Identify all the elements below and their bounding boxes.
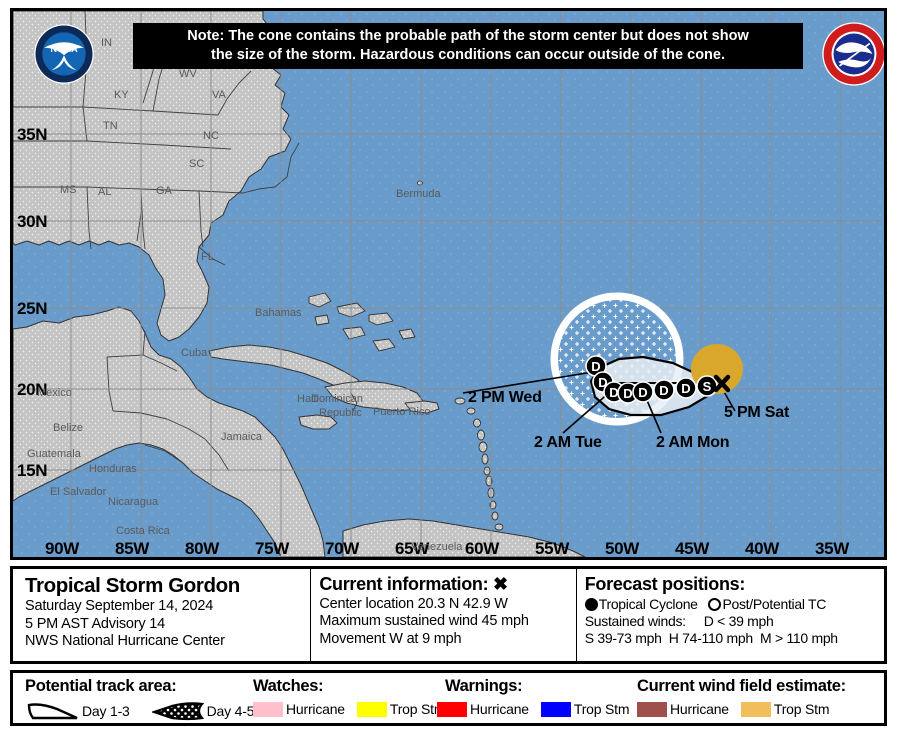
windfield-hurricane-label: Hurricane (670, 701, 729, 717)
lon-label-40w: 40W (745, 539, 780, 558)
watches-row: Hurricane Trop Stm (253, 701, 446, 717)
watch-hurricane-label: Hurricane (286, 701, 345, 717)
note-banner-line2: the size of the storm. Hazardous conditi… (210, 46, 725, 63)
lat-label-15n: 15N (17, 461, 48, 480)
windfield-hurricane-swatch (637, 701, 667, 717)
forecast-label-2am-mon: 2 AM Mon (656, 434, 730, 451)
lon-label-65w: 65W (395, 539, 430, 558)
wind-category-m: M > 110 mph (760, 630, 838, 647)
lat-label-25n: 25N (17, 299, 48, 318)
cone-day45-label: Day 4-5 (206, 703, 255, 719)
forecast-positions-column: Forecast positions: Tropical Cyclone Pos… (577, 569, 884, 661)
forecast-symbol-key: Tropical Cyclone Post/Potential TC (584, 595, 884, 613)
storm-title: Tropical Storm Gordon (25, 574, 240, 597)
lon-label-60w: 60W (465, 539, 500, 558)
svg-text:D: D (681, 381, 690, 396)
warnings-row: Hurricane Trop Stm (437, 701, 630, 717)
watch-tropstm-swatch (356, 701, 387, 717)
current-info-label: Current information: (319, 574, 489, 594)
lat-label-20n: 20N (17, 380, 48, 399)
lon-label-70w: 70W (325, 539, 360, 558)
cone-day45-icon (151, 702, 204, 721)
svg-text:D: D (659, 383, 668, 398)
cone-day13-icon (27, 703, 78, 720)
nhc-forecast-graphic: D D D D D D D S 35N 30N 25N 20N 15N 90W … (0, 0, 897, 736)
warning-tropstm-label: Trop Stm (573, 701, 630, 717)
lon-label-50w: 50W (605, 539, 640, 558)
issuing-agency: NWS National Hurricane Center (25, 633, 225, 650)
windfield-tropstm-label: Trop Stm (773, 701, 830, 717)
watches-title: Watches: (253, 677, 324, 695)
warning-tropstm-swatch (540, 701, 571, 717)
svg-text:D: D (638, 385, 647, 400)
advisory-number: 5 PM AST Advisory 14 (25, 615, 165, 632)
info-panel: Tropical Storm Gordon Saturday September… (10, 566, 887, 664)
lon-label-75w: 75W (255, 539, 290, 558)
current-position-icon: ✖ (493, 574, 508, 594)
forecast-label-2am-tue: 2 AM Tue (534, 434, 602, 451)
current-info-heading: Current information: ✖ (319, 574, 575, 596)
wind-field-title: Current wind field estimate: (637, 677, 846, 695)
storm-info-column: Tropical Storm Gordon Saturday September… (13, 569, 310, 661)
watch-hurricane-swatch (253, 701, 283, 717)
tropical-cyclone-label: Tropical Cyclone (598, 595, 698, 612)
post-potential-tc-label: Post/Potential TC (722, 595, 827, 612)
forecast-positions-heading: Forecast positions: (584, 574, 746, 594)
wind-category-h: H 74-110 mph (668, 630, 753, 647)
lon-label-35w: 35W (815, 539, 850, 558)
lon-label-85w: 85W (115, 539, 150, 558)
cone-day13-label: Day 1-3 (82, 703, 130, 719)
storm-movement: Movement W at 9 mph (319, 631, 462, 648)
post-potential-tc-icon (708, 597, 722, 611)
lon-label-45w: 45W (675, 539, 710, 558)
forecast-label-2pm-wed: 2 PM Wed (468, 389, 542, 406)
lat-label-35n: 35N (17, 125, 48, 144)
noaa-logo: NOAA (34, 24, 94, 84)
lon-label-80w: 80W (185, 539, 220, 558)
advisory-date: Saturday September 14, 2024 (25, 597, 214, 614)
lat-label-30n: 30N (17, 212, 48, 231)
warnings-title: Warnings: (445, 677, 523, 695)
wind-category-s: S 39-73 mph (584, 630, 662, 647)
windfield-tropstm-swatch (740, 701, 771, 717)
warning-hurricane-label: Hurricane (470, 701, 529, 717)
svg-text:D: D (623, 386, 632, 401)
current-info-column: Current information: ✖ Center location 2… (311, 569, 575, 661)
wind-field-row: Hurricane Trop Stm (637, 701, 830, 717)
forecast-map[interactable]: D D D D D D D S 35N 30N 25N 20N 15N 90W … (10, 8, 887, 560)
warning-hurricane-swatch (437, 701, 467, 717)
potential-track-title: Potential track area: (25, 677, 177, 695)
wind-categories-row: S 39-73 mph H 74-110 mph M > 110 mph (585, 630, 884, 647)
sustained-winds-row: Sustained winds: D < 39 mph (585, 613, 884, 630)
tropical-cyclone-icon (584, 597, 598, 611)
legend-panel: Potential track area: Day 1-3 Day 4-5 Wa… (10, 670, 887, 726)
note-banner: Note: The cone contains the probable pat… (133, 23, 803, 70)
sustained-winds-label: Sustained winds: (584, 612, 686, 629)
noaa-wordmark: NOAA (50, 44, 78, 54)
potential-track-row: Day 1-3 Day 4-5 (27, 701, 254, 721)
track-markers[interactable]: D D D D D D D S (13, 11, 884, 557)
max-sustained-wind: Maximum sustained wind 45 mph (319, 613, 529, 630)
note-banner-line1: Note: The cone contains the probable pat… (187, 28, 749, 44)
lon-label-55w: 55W (535, 539, 570, 558)
nws-logo (822, 22, 884, 86)
svg-text:D: D (591, 359, 600, 374)
wind-category-d: D < 39 mph (703, 612, 774, 629)
center-location: Center location 20.3 N 42.9 W (319, 595, 508, 612)
svg-text:S: S (703, 379, 712, 394)
forecast-label-5pm-sat: 5 PM Sat (724, 404, 790, 421)
lon-label-90w: 90W (45, 539, 80, 558)
